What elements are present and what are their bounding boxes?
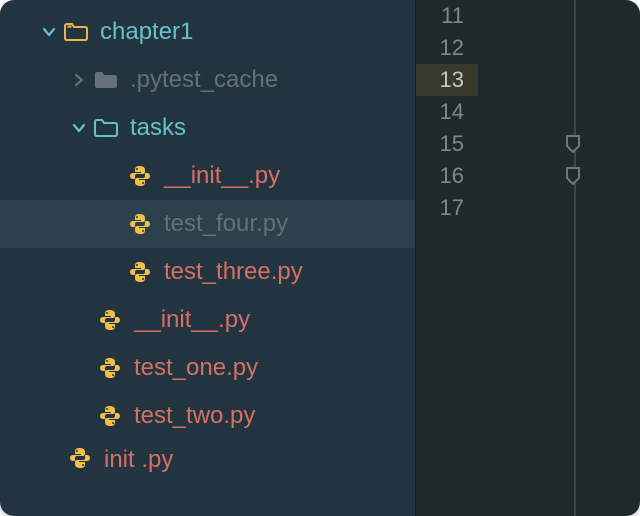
tree-file-label: test_one.py	[134, 354, 415, 382]
tree-file-test-two[interactable]: test_two.py	[0, 392, 415, 440]
tree-file-init-chapter[interactable]: __init__.py	[0, 296, 415, 344]
python-icon	[96, 356, 124, 380]
folder-outline-icon	[92, 118, 120, 138]
fold-marker-icon[interactable]	[564, 166, 582, 186]
tree-folder-tasks[interactable]: tasks	[0, 104, 415, 152]
tree-file-test-four[interactable]: test_four.py	[0, 200, 415, 248]
tree-file-test-one[interactable]: test_one.py	[0, 344, 415, 392]
tree-file-label: init .py	[104, 446, 415, 474]
chevron-right-icon	[66, 72, 92, 88]
tree-file-partial[interactable]: init .py	[0, 440, 415, 480]
line-number: 16	[416, 160, 478, 192]
folder-closed-icon	[92, 70, 120, 90]
python-icon	[66, 446, 94, 470]
file-tree-sidebar: chapter1 .pytest_cache	[0, 0, 415, 516]
tree-folder-pytest-cache[interactable]: .pytest_cache	[0, 56, 415, 104]
fold-marker-icon[interactable]	[564, 134, 582, 154]
editor-area[interactable]: 11 12 13 14 15 16 17	[415, 0, 640, 516]
python-icon	[126, 212, 154, 236]
python-icon	[126, 164, 154, 188]
tree-file-label: __init__.py	[134, 306, 415, 334]
tree-file-label: test_three.py	[164, 258, 415, 286]
tree-folder-label: chapter1	[100, 18, 415, 46]
line-number-gutter: 11 12 13 14 15 16 17	[416, 0, 478, 516]
line-number-current: 13	[416, 64, 478, 96]
folder-open-icon	[62, 22, 90, 42]
tree-folder-chapter1[interactable]: chapter1	[0, 8, 415, 56]
python-icon	[96, 404, 124, 428]
file-tree: chapter1 .pytest_cache	[0, 0, 415, 480]
tree-file-label: test_two.py	[134, 402, 415, 430]
python-icon	[126, 260, 154, 284]
line-number: 15	[416, 128, 478, 160]
tree-folder-label: .pytest_cache	[130, 66, 415, 94]
chevron-down-icon	[36, 24, 62, 40]
tree-file-init-tasks[interactable]: __init__.py	[0, 152, 415, 200]
python-icon	[96, 308, 124, 332]
tree-file-label: test_four.py	[164, 210, 415, 238]
line-number: 14	[416, 96, 478, 128]
line-number: 17	[416, 192, 478, 224]
editor-indent-guide	[574, 0, 576, 516]
ide-window: chapter1 .pytest_cache	[0, 0, 640, 516]
tree-file-test-three[interactable]: test_three.py	[0, 248, 415, 296]
line-number: 12	[416, 32, 478, 64]
tree-file-label: __init__.py	[164, 162, 415, 190]
line-number: 11	[416, 0, 478, 32]
chevron-down-icon	[66, 120, 92, 136]
tree-folder-label: tasks	[130, 114, 415, 142]
